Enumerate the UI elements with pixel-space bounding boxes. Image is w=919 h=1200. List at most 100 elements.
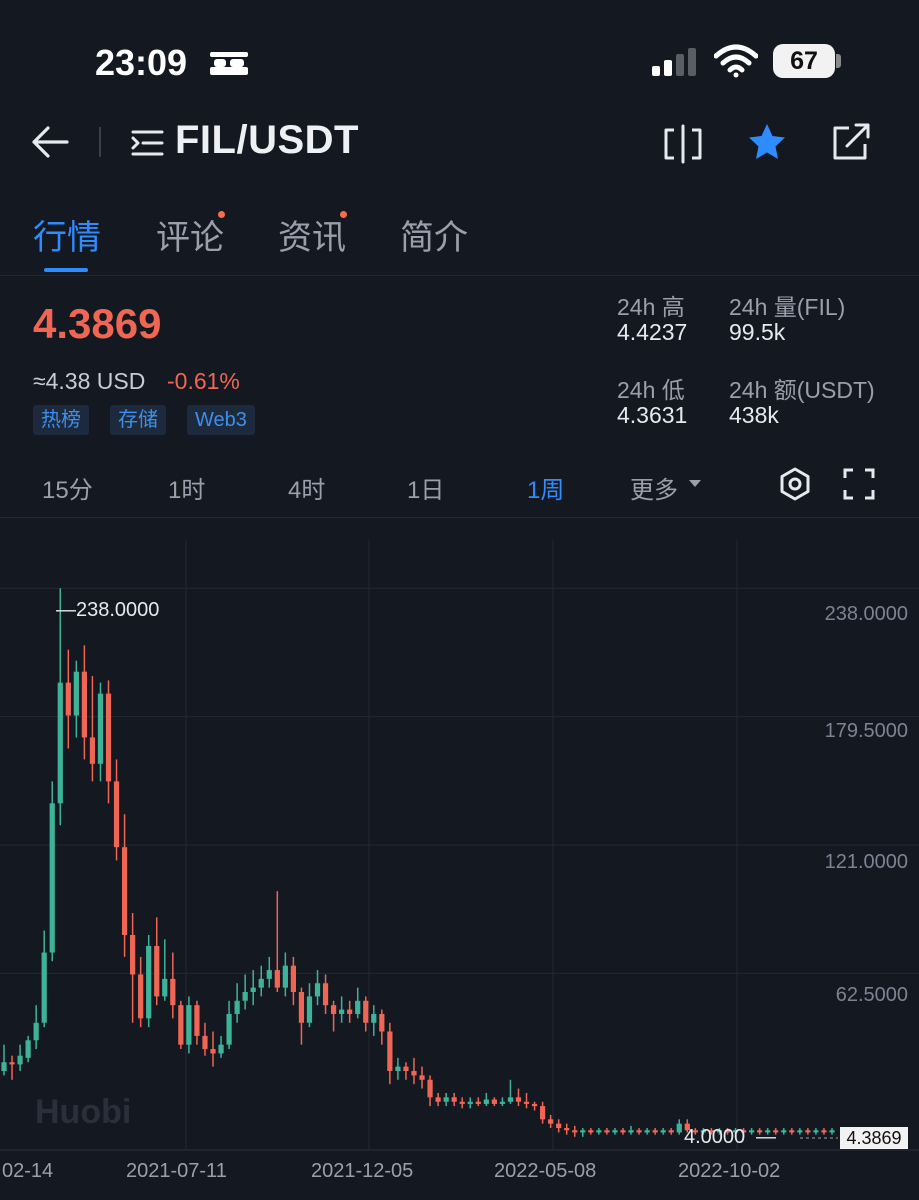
candle-body [242,992,248,1001]
trading-pair-title[interactable]: FIL/USDT [175,118,359,163]
candle-body [379,1013,385,1032]
candle-up [97,682,104,782]
candle-body [451,1097,457,1102]
candle-body [676,1123,682,1133]
candle-body [668,1130,674,1133]
candle-up [612,1128,618,1135]
candle-down [427,1075,433,1107]
candle-up [73,660,79,738]
candle-down [298,987,305,1045]
candle-body [218,1044,224,1054]
candle-body [427,1079,433,1098]
candle-up [242,974,248,1010]
candle-body [459,1101,465,1104]
news-unread-dot [340,211,347,218]
candle-up [250,970,256,1006]
stat-24h-high-value: 4.4237 [617,319,688,345]
stat-24h-low-value: 4.3631 [617,402,688,428]
candle-down [130,913,136,1023]
battery-indicator: 67 [773,44,835,78]
sleep-icon [210,52,248,75]
stat-24h-high-label: 24h 高 [617,294,685,320]
stat-24h-volume-label: 24h 量(FIL) [729,294,846,320]
candle-down [347,1000,353,1023]
candle-body [395,1066,401,1072]
stat-24h-amount-value: 438k [729,402,779,428]
tab-intro[interactable]: 简介 [400,210,468,259]
candle-body [821,1130,827,1133]
candle-up [226,1000,232,1050]
candle-body [371,1013,377,1023]
candle-body [620,1130,626,1133]
candle-body [162,978,168,997]
candle-body [612,1130,618,1133]
fullscreen-icon[interactable] [843,468,875,500]
favorite-star-icon[interactable] [746,121,788,163]
chevron-down-icon [689,480,701,487]
candle-up [25,1035,31,1063]
candle-body [355,1000,361,1014]
candle-down [604,1128,610,1135]
pair-list-icon[interactable] [130,128,166,158]
candle-body [805,1130,811,1133]
candle-body [186,1005,192,1045]
candle-up [507,1079,514,1104]
interval-4h[interactable]: 4时 [288,470,325,505]
candle-down [81,645,88,760]
candle-body [604,1130,610,1133]
compare-layout-icon[interactable] [662,124,704,164]
candle-up [33,1005,39,1050]
candle-body [419,1075,425,1080]
tab-market[interactable]: 行情 [33,210,101,259]
back-arrow-icon[interactable] [30,124,70,160]
candle-up [660,1128,666,1135]
y-axis-tick: 179.5000 [824,720,908,742]
candle-up [146,934,152,1028]
candle-up [162,939,168,1001]
candle-body [113,781,120,848]
interval-15m[interactable]: 15分 [42,470,93,505]
tab-news[interactable]: 资讯 [278,210,346,259]
indicator-settings-icon[interactable] [777,466,813,502]
candle-body [1,1062,7,1072]
candle-body [363,1000,369,1023]
candle-body [105,693,112,782]
candle-body [49,803,55,953]
candle-down [620,1128,626,1135]
candle-up [17,1044,23,1072]
candle-body [322,983,329,1006]
candle-up [49,781,55,962]
candle-body [411,1071,417,1076]
candle-down [435,1092,441,1107]
candle-body [146,945,152,1019]
candle-body [330,1005,337,1014]
candle-up [395,1057,401,1080]
interval-1d[interactable]: 1日 [407,470,444,505]
interval-1h[interactable]: 1时 [168,470,205,505]
candle-up [813,1128,819,1135]
candle-body [564,1128,570,1131]
interval-1w[interactable]: 1周 [527,470,564,505]
candle-down [387,1022,393,1085]
min-price-label: 4.0000 [684,1126,746,1148]
tag-hot-list[interactable]: 热榜 [33,405,89,435]
tag-web3[interactable]: Web3 [187,405,255,435]
candle-up [443,1092,449,1107]
y-axis-tick: 62.5000 [835,984,908,1006]
candle-body [65,682,71,716]
interval-more[interactable]: 更多 [630,470,678,505]
candle-body [499,1101,506,1104]
tag-storage[interactable]: 存储 [110,405,166,435]
candle-down [65,649,71,749]
candle-body [41,952,47,1023]
candle-body [306,996,313,1023]
candle-body [194,1005,200,1036]
x-axis-tick: 02-14 [2,1160,54,1182]
tab-comments[interactable]: 评论 [156,210,224,259]
candle-down [290,956,297,1006]
candle-body [748,1130,755,1133]
candle-up [829,1128,835,1135]
candle-body [483,1099,489,1104]
candle-down [154,917,160,1006]
share-icon[interactable] [831,122,873,162]
